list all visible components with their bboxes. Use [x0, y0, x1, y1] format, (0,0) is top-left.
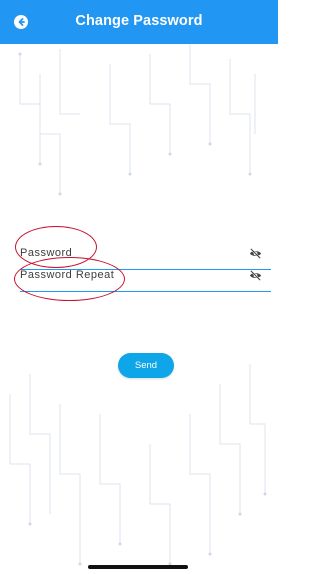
- password-repeat-input[interactable]: [20, 261, 230, 289]
- eye-off-icon[interactable]: [249, 247, 262, 260]
- password-repeat-field[interactable]: [20, 261, 271, 292]
- circuit-background: [9, 44, 267, 566]
- page-title: Change Password: [75, 13, 203, 29]
- home-indicator: [88, 565, 188, 569]
- change-password-screen: Change Password Send: [0, 0, 278, 574]
- send-button[interactable]: Send: [118, 353, 174, 378]
- eye-off-icon[interactable]: [249, 269, 262, 282]
- app-bar: Change Password: [0, 0, 278, 44]
